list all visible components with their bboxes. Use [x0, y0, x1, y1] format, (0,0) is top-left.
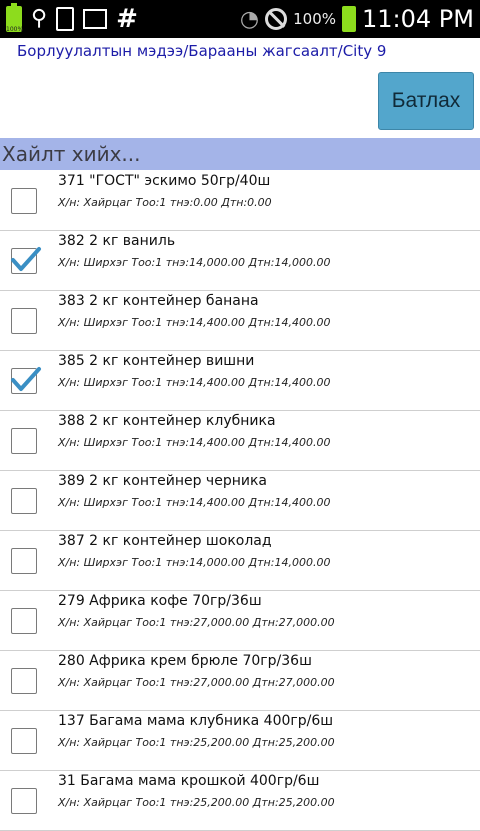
battery-icon: [342, 6, 357, 32]
search-bar: [0, 138, 480, 170]
item-name: 280 Африка крем брюле 70гр/36ш: [58, 653, 312, 669]
system-icons: ◔ 100% 11:04 PM: [240, 0, 474, 38]
item-detail: Х/н: Хайрцаг Тоо:1 тнэ:25,200.00 Дтн:25,…: [58, 796, 335, 809]
search-input[interactable]: [0, 138, 480, 170]
item-name: 31 Багама мама крошкой 400гр/6ш: [58, 773, 320, 789]
notification-icons: 100% ⚲ #: [6, 3, 138, 34]
list-item[interactable]: 388 2 кг контейнер клубника Х/н: Ширхэг Т…: [0, 411, 480, 471]
item-name: 383 2 кг контейнер банана: [58, 293, 259, 309]
item-name: 137 Багама мама клубника 400гр/6ш: [58, 713, 334, 729]
checkbox-checked[interactable]: [11, 247, 41, 274]
item-detail: Х/н: Хайрцаг Тоо:1 тнэ:25,200.00 Дтн:25,…: [58, 736, 335, 749]
item-detail: Х/н: Ширхэг Тоо:1 тнэ:14,400.00 Дтн:14,4…: [58, 376, 331, 389]
item-detail: Х/н: Хайрцаг Тоо:1 тнэ:27,000.00 Дтн:27,…: [58, 616, 335, 629]
list-item[interactable]: 137 Багама мама клубника 400гр/6ш Х/н: Ха…: [0, 711, 480, 771]
battery-small-label: 100%: [6, 26, 24, 33]
item-name: 389 2 кг контейнер черника: [58, 473, 267, 489]
list-item[interactable]: 383 2 кг контейнер банана Х/н: Ширхэг Тоо…: [0, 291, 480, 351]
image-icon: [83, 9, 108, 29]
item-name: 388 2 кг контейнер клубника: [58, 413, 276, 429]
clock: 11:04 PM: [362, 5, 474, 33]
list-item[interactable]: 382 2 кг ваниль Х/н: Ширхэг Тоо:1 тнэ:14,…: [0, 231, 480, 291]
item-name: 382 2 кг ваниль: [58, 233, 176, 249]
hash-icon: #: [116, 4, 138, 34]
status-bar: 100% ⚲ # ◔ 100% 11:04 PM: [0, 0, 480, 38]
list-item[interactable]: 387 2 кг контейнер шоколад Х/н: Ширхэг То…: [0, 531, 480, 591]
confirm-button[interactable]: Батлах: [378, 72, 474, 130]
list-item[interactable]: 31 Багама мама крошкой 400гр/6ш Х/н: Хайр…: [0, 771, 480, 831]
page-title: Борлуулалтын мэдээ/Барааны жагсаалт/City…: [17, 42, 387, 60]
battery-notification-icon: 100%: [6, 3, 24, 33]
checkmark-icon: [11, 367, 41, 391]
list-item[interactable]: 280 Африка крем брюле 70гр/36ш Х/н: Хайрц…: [0, 651, 480, 711]
list-item[interactable]: 279 Африка кофе 70гр/36ш Х/н: Хайрцаг Тоо…: [0, 591, 480, 651]
checkbox[interactable]: [11, 608, 37, 634]
item-detail: Х/н: Хайрцаг Тоо:1 тнэ:0.00 Дтн:0.00: [58, 196, 272, 209]
checkbox-checked[interactable]: [11, 367, 41, 394]
item-detail: Х/н: Ширхэг Тоо:1 тнэ:14,400.00 Дтн:14,4…: [58, 316, 331, 329]
list-item[interactable]: 371 "ГОСТ" эскимо 50гр/40ш Х/н: Хайрцаг Т…: [0, 171, 480, 231]
checkbox[interactable]: [11, 188, 37, 214]
checkbox[interactable]: [11, 668, 37, 694]
list-item[interactable]: 385 2 кг контейнер вишни Х/н: Ширхэг Тоо:…: [0, 351, 480, 411]
checkbox[interactable]: [11, 428, 37, 454]
list-item[interactable]: 389 2 кг контейнер черника Х/н: Ширхэг То…: [0, 471, 480, 531]
checkbox[interactable]: [11, 308, 37, 334]
battery-percent: 100%: [293, 10, 337, 28]
checkbox[interactable]: [11, 728, 37, 754]
item-detail: Х/н: Ширхэг Тоо:1 тнэ:14,000.00 Дтн:14,0…: [58, 556, 331, 569]
item-name: 371 "ГОСТ" эскимо 50гр/40ш: [58, 173, 271, 189]
item-detail: Х/н: Ширхэг Тоо:1 тнэ:14,000.00 Дтн:14,0…: [58, 256, 331, 269]
checkmark-icon: [11, 247, 41, 271]
usb-icon: ⚲: [31, 6, 48, 31]
item-name: 279 Африка кофе 70гр/36ш: [58, 593, 262, 609]
item-detail: Х/н: Ширхэг Тоо:1 тнэ:14,400.00 Дтн:14,4…: [58, 436, 331, 449]
product-list: 371 "ГОСТ" эскимо 50гр/40ш Х/н: Хайрцаг Т…: [0, 171, 480, 831]
checkbox[interactable]: [11, 548, 37, 574]
item-name: 385 2 кг контейнер вишни: [58, 353, 255, 369]
item-detail: Х/н: Ширхэг Тоо:1 тнэ:14,400.00 Дтн:14,4…: [58, 496, 331, 509]
item-name: 387 2 кг контейнер шоколад: [58, 533, 272, 549]
checkbox[interactable]: [11, 488, 37, 514]
item-detail: Х/н: Хайрцаг Тоо:1 тнэ:27,000.00 Дтн:27,…: [58, 676, 335, 689]
sd-card-icon: [56, 7, 75, 31]
do-not-disturb-icon: [265, 8, 288, 30]
checkbox[interactable]: [11, 788, 37, 814]
wifi-icon: ◔: [239, 6, 260, 32]
